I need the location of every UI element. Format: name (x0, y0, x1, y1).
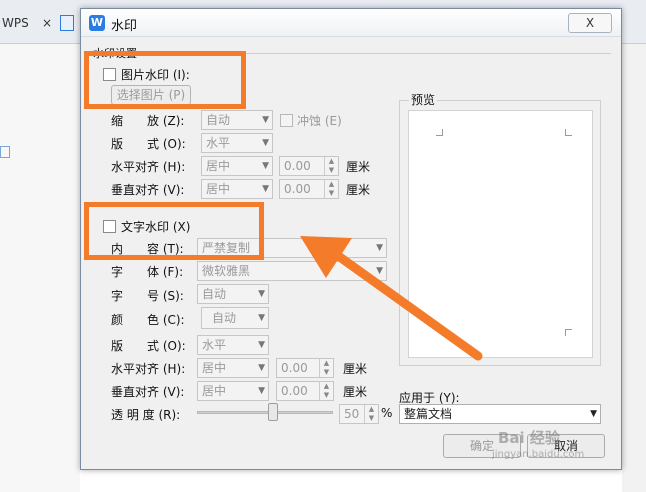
annotation-arrow (300, 236, 483, 361)
preview-label: 预览 (409, 91, 438, 108)
watermark-url: jingyan.baidu.com (492, 449, 585, 460)
watermark-logo: Bai 经验 (498, 429, 560, 447)
arrow-shaft (325, 245, 483, 361)
